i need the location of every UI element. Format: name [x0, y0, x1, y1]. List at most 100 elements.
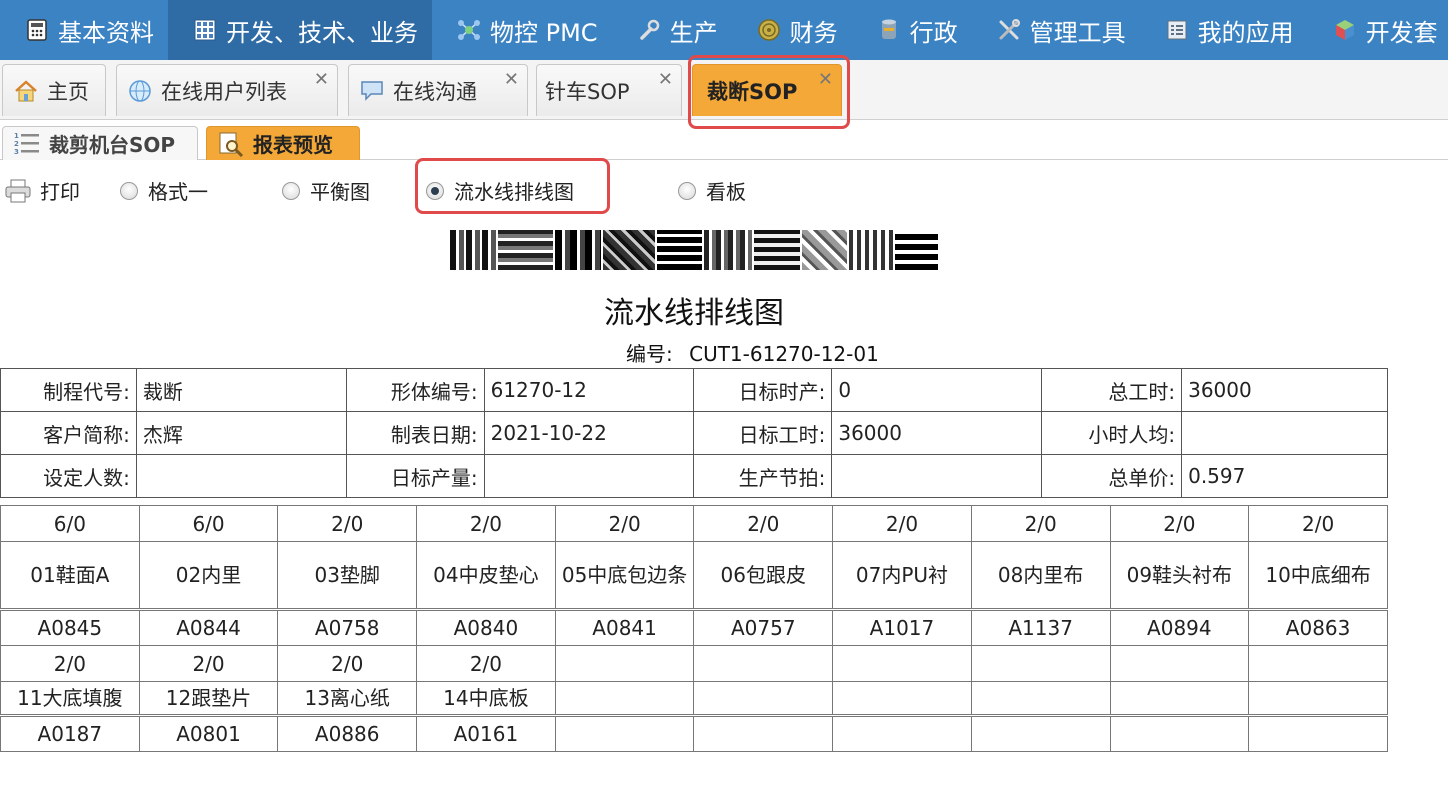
info-value: 杰辉 — [135, 411, 347, 455]
grid-cell-process-code: A0844 — [138, 608, 279, 646]
grid-cell-process-name: 08内里布 — [970, 541, 1111, 610]
radio-label: 流水线排线图 — [454, 180, 574, 204]
report-toolbar: 打印 格式一 平衡图 流水线排线图 看板 — [0, 168, 1448, 212]
tab-stitching-sop[interactable]: 针车SOP ✕ — [536, 64, 682, 116]
radio-balance-chart[interactable]: 平衡图 — [282, 176, 370, 205]
info-table: 制程代号: 裁断 形体编号: 61270-12 日标时产: 0 总工时: 360… — [0, 368, 1388, 498]
grid-row-process-code: A0187 A0801 A0886 A0161 — [0, 714, 1388, 752]
svg-text:3: 3 — [14, 148, 19, 156]
radio-kanban[interactable]: 看板 — [678, 176, 746, 205]
info-value — [1181, 411, 1388, 455]
close-icon[interactable]: ✕ — [818, 69, 833, 90]
list-icon — [1164, 17, 1190, 43]
radio-button[interactable] — [120, 181, 138, 200]
nav-item-production[interactable]: 生产 — [612, 0, 732, 60]
info-row: 客户简称: 杰辉 制表日期: 2021-10-22 日标工时: 36000 小时… — [0, 411, 1388, 455]
magnifier-document-icon — [217, 131, 245, 157]
tab-cutting-sop[interactable]: 裁断SOP ✕ — [692, 64, 842, 116]
grid-cell-process-name: 11大底填腹 — [0, 681, 140, 716]
database-icon — [876, 17, 902, 43]
nav-label: 基本资料 — [58, 18, 154, 47]
grid-cell-ratio: 2/0 — [0, 645, 140, 682]
grid-cell-process-code: A0841 — [554, 608, 695, 646]
tab-label: 主页 — [47, 79, 89, 104]
nav-item-admin[interactable]: 行政 — [852, 0, 972, 60]
radio-button[interactable] — [282, 181, 300, 200]
grid-cell-ratio: 2/0 — [1109, 505, 1250, 542]
grid-cell-process-code: A0801 — [138, 714, 279, 752]
radio-format-one[interactable]: 格式一 — [120, 176, 208, 205]
tab-label: 裁断SOP — [707, 79, 798, 104]
nav-item-dev-kit[interactable]: 开发套 — [1308, 0, 1448, 60]
print-button[interactable]: 打印 — [4, 176, 80, 205]
grid-cell-process-name: 04中皮垫心 — [416, 541, 556, 610]
radio-button[interactable] — [678, 181, 696, 200]
grid-cell-process-code: A0886 — [277, 714, 418, 752]
nav-item-basic-data[interactable]: 基本资料 — [0, 0, 168, 60]
nav-label: 生产 — [669, 18, 718, 47]
info-label: 制程代号: — [0, 368, 137, 412]
subtab-report-preview[interactable]: 报表预览 — [206, 126, 360, 160]
grid-cell-process-name: 01鞋面A — [0, 541, 140, 610]
grid-row-ratio: 6/0 6/0 2/0 2/0 2/0 2/0 2/0 2/0 2/0 2/0 — [0, 505, 1388, 542]
tab-online-chat[interactable]: 在线沟通 ✕ — [348, 64, 528, 116]
grid-cell-process-code: A0845 — [0, 608, 140, 646]
grid-cell-process-code — [970, 714, 1111, 752]
nav-item-pmc[interactable]: 物控 PMC — [432, 0, 612, 60]
wrench-icon — [636, 17, 662, 43]
grid-cell-process-code: A0187 — [0, 714, 140, 752]
nav-label: 开发、技术、业务 — [226, 18, 418, 47]
tab-online-users[interactable]: 在线用户列表 ✕ — [116, 64, 338, 116]
grid-cell-ratio — [554, 645, 695, 682]
top-nav: 基本资料 开发、技术、业务 物控 PMC 生产 财务 行政 管理工具 我的应用 … — [0, 0, 1448, 60]
tab-home[interactable]: 主页 — [2, 64, 106, 116]
nav-item-management-tools[interactable]: 管理工具 — [972, 0, 1140, 60]
grid-cell-process-name: 09鞋头衬布 — [1109, 541, 1250, 610]
close-icon[interactable]: ✕ — [658, 69, 673, 90]
subtab-cutting-machine-sop[interactable]: 123 裁剪机台SOP — [2, 126, 198, 160]
grid-cell-ratio: 6/0 — [138, 505, 279, 542]
info-label: 客户简称: — [0, 411, 137, 455]
nav-item-my-apps[interactable]: 我的应用 — [1140, 0, 1308, 60]
radio-label: 看板 — [706, 180, 746, 204]
grid-cell-process-code — [1109, 714, 1250, 752]
info-label: 小时人均: — [1041, 411, 1183, 455]
subtab-label: 裁剪机台SOP — [49, 133, 176, 157]
process-grid: 6/0 6/0 2/0 2/0 2/0 2/0 2/0 2/0 2/0 2/0 01鞋面A 02内里 0… — [0, 505, 1388, 752]
info-label: 总单价: — [1041, 454, 1183, 498]
grid-cell-process-code: A0161 — [416, 714, 556, 752]
radio-button[interactable] — [426, 181, 444, 200]
info-label: 总工时: — [1041, 368, 1183, 412]
grid-cell-process-name: 12跟垫片 — [138, 681, 279, 716]
grid-cell-ratio — [970, 645, 1111, 682]
tab-bar: 主页 在线用户列表 ✕ 在线沟通 ✕ 针车SOP ✕ 裁断SOP ✕ — [0, 60, 1448, 120]
info-label: 设定人数: — [0, 454, 137, 498]
grid-cell-ratio: 2/0 — [970, 505, 1111, 542]
grid-cell-process-name: 13离心纸 — [277, 681, 418, 716]
grid-cell-ratio: 2/0 — [138, 645, 279, 682]
info-row: 设定人数: 日标产量: 生产节拍: 总单价: 0.597 — [0, 454, 1388, 498]
close-icon[interactable]: ✕ — [504, 69, 519, 90]
nav-item-development[interactable]: 开发、技术、业务 — [168, 0, 432, 60]
grid-row-process-name: 01鞋面A 02内里 03垫脚 04中皮垫心 05中底包边条 06包跟皮 07内PU衬 08内… — [0, 541, 1388, 610]
grid-cell-process-name — [1109, 681, 1250, 716]
grid-cell-process-name: 06包跟皮 — [693, 541, 834, 610]
grid-cell-ratio: 2/0 — [277, 505, 418, 542]
info-row: 制程代号: 裁断 形体编号: 61270-12 日标时产: 0 总工时: 360… — [0, 368, 1388, 412]
radio-line-layout[interactable]: 流水线排线图 — [426, 176, 574, 205]
nav-label: 行政 — [909, 18, 958, 47]
info-value: 裁断 — [135, 368, 347, 412]
nav-label: 开发套 — [1365, 18, 1438, 47]
info-value: 36000 — [1181, 368, 1388, 412]
grid-cell-ratio — [693, 645, 834, 682]
info-label: 日标时产: — [693, 368, 833, 412]
grid-row-ratio: 2/0 2/0 2/0 2/0 — [0, 645, 1388, 682]
grid-cell-ratio: 2/0 — [1248, 505, 1388, 542]
sub-tab-bar: 123 裁剪机台SOP 报表预览 — [0, 120, 1448, 160]
tab-label: 在线用户列表 — [161, 79, 287, 104]
nav-item-finance[interactable]: 财务 — [732, 0, 852, 60]
chat-icon — [359, 78, 385, 104]
grid-row-process-name: 11大底填腹 12跟垫片 13离心纸 14中底板 — [0, 681, 1388, 716]
close-icon[interactable]: ✕ — [314, 69, 329, 90]
radio-label: 平衡图 — [310, 180, 370, 204]
